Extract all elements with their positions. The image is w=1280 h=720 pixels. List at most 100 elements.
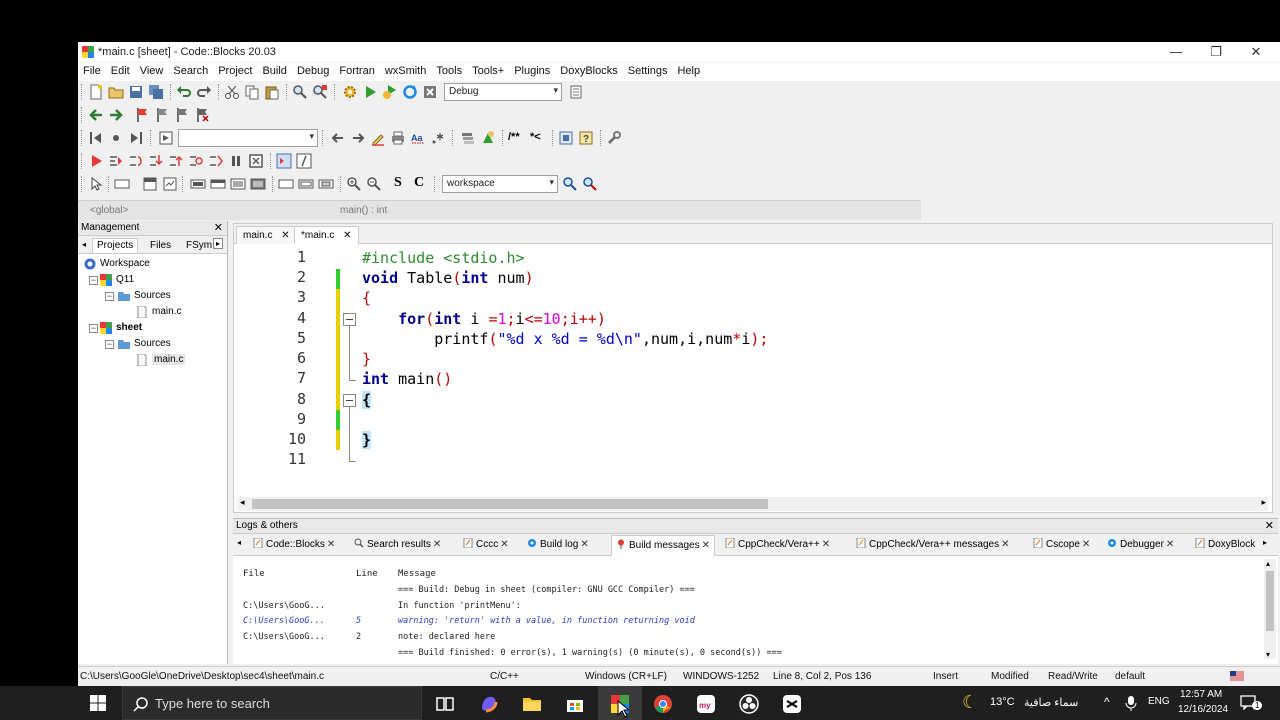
build-and-run-icon[interactable] (382, 84, 398, 100)
rebuild-icon[interactable] (402, 84, 418, 100)
dialog-icon[interactable] (142, 176, 158, 192)
tab-scroll-left-icon[interactable]: ◂ (237, 538, 241, 547)
close-icon[interactable]: ✕ (214, 221, 223, 234)
pointer-icon[interactable] (88, 176, 104, 192)
jump-back-icon[interactable] (88, 107, 104, 123)
minimize-button[interactable]: — (1156, 42, 1196, 62)
print-icon[interactable] (390, 130, 406, 146)
expand-toggle-icon[interactable]: − (105, 340, 114, 349)
menu-tools-plus[interactable]: Tools+ (467, 63, 509, 77)
editor-tab-main-c-modified[interactable]: *main.c ✕ (294, 226, 359, 244)
expand-toggle-icon[interactable]: − (105, 292, 114, 301)
spell-check-icon[interactable]: Aa (410, 130, 426, 146)
next-bookmark-icon[interactable] (174, 107, 190, 123)
doxy-help-icon[interactable]: ? (578, 130, 594, 146)
menu-build[interactable]: Build (257, 63, 291, 77)
menu-settings[interactable]: Settings (623, 63, 673, 77)
scrollbar-thumb[interactable] (1266, 571, 1274, 631)
capcut-icon[interactable] (781, 693, 803, 715)
toolbar-grip[interactable] (81, 176, 84, 192)
border-3-icon[interactable] (318, 176, 334, 192)
debug-info-icon[interactable] (296, 153, 312, 169)
taskbar-clock-date[interactable]: 12/16/2024 (1178, 704, 1228, 715)
menu-view[interactable]: View (135, 63, 169, 77)
new-file-icon[interactable] (88, 84, 104, 100)
panel-icon[interactable] (162, 176, 178, 192)
windows-start-icon[interactable] (90, 695, 106, 711)
column-header-message[interactable]: Message (398, 569, 436, 579)
dot-icon[interactable] (108, 130, 124, 146)
menu-search[interactable]: Search (168, 63, 213, 77)
menu-doxyblocks[interactable]: DoxyBlocks (555, 63, 622, 77)
step-into-icon[interactable] (148, 153, 164, 169)
log-tab-cscope[interactable]: Cscope ✕ (1033, 538, 1090, 550)
previous-bookmark-icon[interactable] (154, 107, 170, 123)
expand-toggle-icon[interactable]: − (89, 324, 98, 333)
copilot-icon[interactable] (478, 693, 500, 715)
abort-icon[interactable] (422, 84, 438, 100)
build-target-select[interactable]: Debug ▾ (444, 83, 562, 101)
wrench-icon[interactable] (606, 130, 622, 146)
close-icon[interactable]: ✕ (1082, 539, 1090, 550)
close-icon[interactable]: ✕ (327, 539, 335, 550)
menu-fortran[interactable]: Fortran (334, 63, 379, 77)
microphone-icon[interactable] (1125, 695, 1137, 711)
regex-icon[interactable] (430, 130, 446, 146)
save-icon[interactable] (128, 84, 144, 100)
fold-toggle-icon[interactable] (343, 313, 356, 326)
comment-line-button[interactable]: *< (530, 131, 550, 147)
stop-debugger-icon[interactable] (248, 153, 264, 169)
arrow-left-icon[interactable] (330, 130, 346, 146)
show-hidden-icons-chevron-icon[interactable]: ^ (1104, 695, 1110, 709)
save-all-icon[interactable] (148, 84, 164, 100)
pause-icon[interactable] (228, 153, 244, 169)
tab-files[interactable]: Files (150, 240, 171, 251)
myasus-icon[interactable]: my (695, 693, 717, 715)
code-content[interactable]: #include <stdio.h> void Table(int num) {… (362, 244, 768, 478)
expand-toggle-icon[interactable]: − (89, 276, 98, 285)
obs-icon[interactable] (738, 693, 760, 715)
menu-edit[interactable]: Edit (106, 63, 135, 77)
doxy-config-icon[interactable] (558, 130, 574, 146)
log-tab-codeblocks[interactable]: Code::Blocks ✕ (253, 538, 335, 550)
replace-icon[interactable] (312, 84, 328, 100)
toggle-bookmark-icon[interactable] (134, 107, 150, 123)
tab-projects[interactable]: Projects (92, 238, 139, 254)
task-view-icon[interactable] (434, 693, 456, 715)
stack-icon[interactable] (460, 130, 476, 146)
log-tab-search-results[interactable]: Search results ✕ (354, 538, 441, 550)
tab-fsym[interactable]: FSym (186, 240, 212, 251)
close-icon[interactable]: ✕ (1265, 519, 1274, 532)
go-to-end-icon[interactable] (128, 130, 144, 146)
clear-bookmarks-icon[interactable] (194, 107, 210, 123)
input-language[interactable]: ENG (1148, 696, 1170, 707)
layout-4-icon[interactable] (250, 176, 266, 192)
border-1-icon[interactable] (278, 176, 294, 192)
menu-debug[interactable]: Debug (292, 63, 334, 77)
toggle-panel-icon[interactable] (158, 130, 174, 146)
file-explorer-icon[interactable] (521, 693, 543, 715)
menu-help[interactable]: Help (672, 63, 705, 77)
log-tab-cppcheck-messages[interactable]: CppCheck/Vera++ messages ✕ (856, 538, 1009, 550)
maximize-button[interactable]: ❐ (1196, 42, 1236, 62)
zoom-out-icon[interactable] (366, 176, 382, 192)
scope-function[interactable]: main() : int (340, 205, 387, 216)
chrome-icon[interactable] (652, 693, 674, 715)
show-select-target-icon[interactable] (568, 84, 584, 100)
arrow-right-icon[interactable] (350, 130, 366, 146)
toolbar-grip[interactable] (81, 130, 84, 146)
scroll-right-icon[interactable]: ▸ (1261, 497, 1266, 508)
tab-scroll-left-icon[interactable]: ◂ (82, 240, 86, 249)
frame-icon[interactable] (114, 176, 130, 192)
open-folder-icon[interactable] (108, 84, 124, 100)
run-icon[interactable] (362, 84, 378, 100)
menu-file[interactable]: File (78, 63, 106, 77)
build-gear-icon[interactable] (342, 84, 358, 100)
scroll-down-icon[interactable]: ▾ (1266, 650, 1270, 659)
bold-c-button[interactable]: C (414, 175, 430, 191)
close-icon[interactable]: ✕ (343, 230, 351, 241)
menu-tools[interactable]: Tools (431, 63, 467, 77)
bold-s-button[interactable]: S (394, 175, 410, 191)
layout-1-icon[interactable] (190, 176, 206, 192)
vertical-scrollbar[interactable]: ▴ ▾ (1264, 559, 1276, 659)
